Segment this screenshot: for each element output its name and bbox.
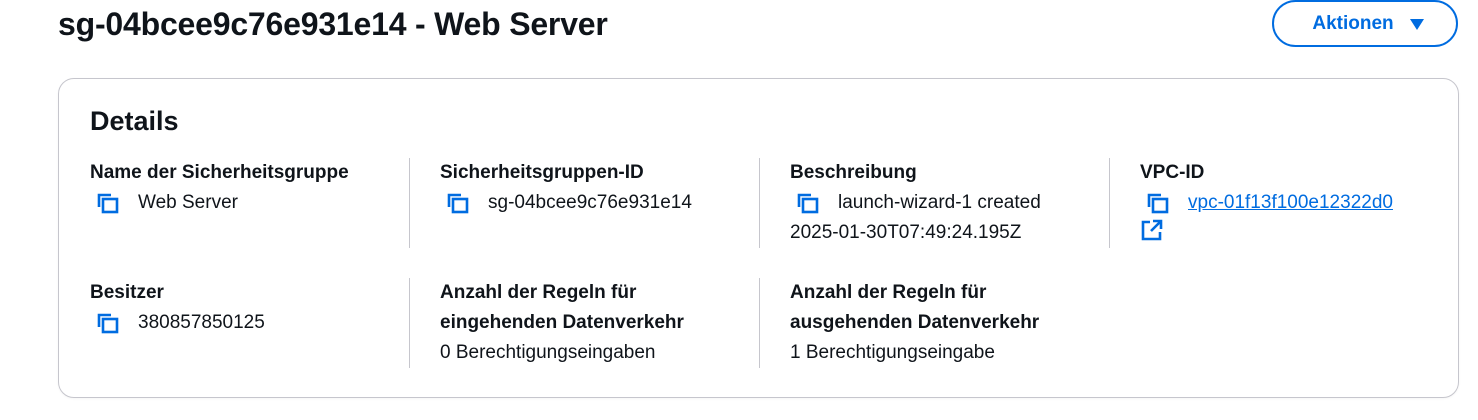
field-value: 380857850125	[138, 312, 265, 333]
field-value: Web Server	[138, 192, 238, 213]
field-label-continuation: ausgehenden Datenverkehr	[790, 312, 1040, 333]
details-heading: Details	[90, 106, 179, 136]
vpc-id-link[interactable]: vpc-01f13f100e12322d0	[1188, 188, 1393, 218]
divider	[759, 158, 760, 248]
divider	[409, 278, 410, 368]
field-value: launch-wizard-1 created	[838, 192, 1041, 213]
divider	[1109, 158, 1110, 248]
copy-icon[interactable]	[446, 188, 472, 218]
copy-icon[interactable]	[96, 308, 122, 338]
field-label: Besitzer	[90, 282, 164, 303]
field-security-group-name: Name der Sicherheitsgruppe Web Server	[90, 158, 420, 218]
field-value-continuation: 2025-01-30T07:49:24.195Z	[790, 222, 1022, 243]
field-vpc-id: VPC-ID vpc-01f13f100e12322d0	[1140, 158, 1450, 246]
field-inbound-rules: Anzahl der Regeln für eingehenden Datenv…	[440, 278, 770, 368]
field-label: Beschreibung	[790, 162, 917, 183]
page-title: sg-04bcee9c76e931e14 - Web Server	[58, 6, 608, 42]
external-link-icon[interactable]	[1140, 218, 1166, 246]
field-value: 1 Berechtigungseingabe	[790, 342, 995, 363]
actions-button[interactable]: Aktionen	[1272, 0, 1458, 47]
field-label: Anzahl der Regeln für	[440, 282, 637, 303]
field-owner: Besitzer 380857850125	[90, 278, 420, 338]
field-security-group-id: Sicherheitsgruppen-ID sg-04bcee9c76e931e…	[440, 158, 770, 218]
field-label: Anzahl der Regeln für	[790, 282, 987, 303]
actions-button-label: Aktionen	[1312, 12, 1394, 34]
details-panel: Details Name der Sicherheitsgruppe Web S…	[58, 78, 1459, 398]
field-value: sg-04bcee9c76e931e14	[488, 192, 692, 213]
field-label: Sicherheitsgruppen-ID	[440, 162, 644, 183]
copy-icon[interactable]	[96, 188, 122, 218]
field-value: 0 Berechtigungseingaben	[440, 342, 656, 363]
copy-icon[interactable]	[1146, 188, 1172, 218]
caret-down-icon	[1409, 19, 1424, 30]
field-label: VPC-ID	[1140, 162, 1205, 183]
divider	[759, 278, 760, 368]
copy-icon[interactable]	[796, 188, 822, 218]
field-label-continuation: eingehenden Datenverkehr	[440, 312, 684, 333]
divider	[409, 158, 410, 248]
field-label: Name der Sicherheitsgruppe	[90, 162, 349, 183]
field-description: Beschreibung launch-wizard-1 created 202…	[790, 158, 1120, 248]
field-outbound-rules: Anzahl der Regeln für ausgehenden Datenv…	[790, 278, 1120, 368]
